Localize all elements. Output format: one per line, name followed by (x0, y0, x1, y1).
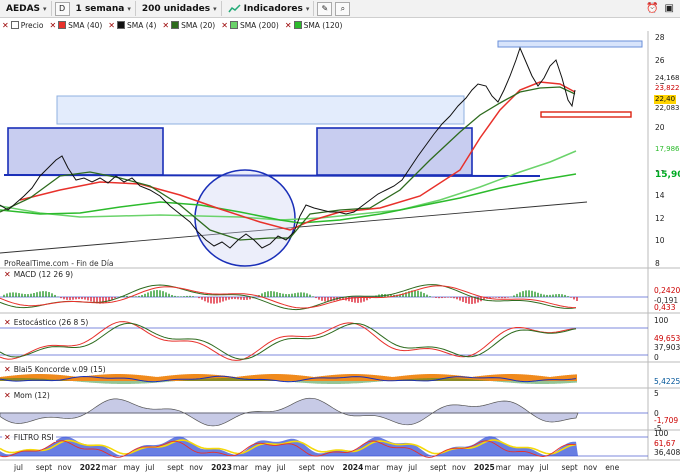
close-icon[interactable]: ✕ (4, 391, 11, 400)
time-tick-label: mar (233, 463, 248, 472)
stoch-panel[interactable] (0, 321, 648, 361)
price-tick-label: 14 (655, 191, 665, 201)
time-tick-label: sept (298, 463, 315, 472)
time-tick-label: 2025 (473, 463, 495, 472)
time-tick-label: jul (14, 463, 23, 472)
time-tick-label: jul (539, 463, 549, 472)
time-tick-label: mar (495, 463, 511, 472)
macd-title-label: MACD (12 26 9) (13, 270, 74, 279)
support-line[interactable] (3, 174, 541, 177)
price-tag: 15,90 (654, 171, 680, 180)
consolidation-zone[interactable] (56, 95, 465, 125)
rsi-title-label: FILTRO RSI (13, 433, 54, 442)
time-tick-label: may (386, 463, 403, 472)
rsi-blue-area (0, 436, 578, 456)
price-tick-label: 20 (655, 123, 665, 133)
mom-area (0, 397, 579, 427)
time-tick-label: sept (35, 463, 53, 472)
footer-text: ProRealTime.com - Fin de Día (4, 259, 114, 268)
close-icon[interactable]: ✕ (4, 318, 11, 327)
resistance-zone-top[interactable] (497, 40, 643, 48)
stoch-axis-value: 100 (654, 316, 669, 325)
rsi-axis-value: 100 (654, 429, 669, 438)
macd-axis-value: 0,433 (654, 303, 676, 312)
chart-window: AEDAS ▾ D 1 semana ▾ 200 unidades ▾ Indi… (0, 0, 680, 474)
mom-panel[interactable] (0, 397, 648, 427)
time-tick-label: nov (57, 463, 72, 472)
time-tick-label: nov (452, 463, 466, 472)
price-chart[interactable] (0, 0, 680, 474)
rsi-panel[interactable] (0, 436, 648, 458)
rsi-axis-value: 36,408 (654, 448, 680, 457)
mom-axis-value: 5 (654, 389, 659, 398)
mom-title[interactable]: ✕ Mom (12) (2, 391, 52, 400)
macd-axis-value: 0,2420 (654, 286, 680, 295)
koncorde-title-label: Blai5 Koncorde v.09 (15) (13, 365, 106, 374)
time-tick-label: nov (583, 463, 598, 472)
macd-title[interactable]: ✕ MACD (12 26 9) (2, 270, 76, 279)
price-tick-label: 8 (655, 259, 660, 268)
price-tag: 22,083 (654, 104, 680, 113)
close-icon[interactable]: ✕ (4, 270, 11, 279)
time-tick-label: mar (364, 463, 380, 472)
price-tag: 23,822 (654, 84, 680, 93)
price-tag: 24,168 (654, 74, 680, 83)
time-tick-label: jul (145, 463, 155, 472)
macd-panel[interactable] (0, 284, 648, 311)
stoch-title-label: Estocástico (26 8 5) (13, 318, 89, 327)
time-tick-label: sept (561, 463, 578, 472)
stoch-axis-value: 0 (654, 353, 659, 362)
koncorde-title[interactable]: ✕ Blai5 Koncorde v.09 (15) (2, 365, 108, 374)
time-tick-label: jul (408, 463, 418, 472)
koncorde-panel[interactable] (0, 374, 577, 384)
price-tag: 17,986 (654, 145, 680, 154)
time-tick-label: 2022 (79, 463, 101, 472)
rsi-axis-value: 61,67 (654, 439, 676, 448)
time-tick-label: 2023 (211, 463, 232, 472)
stoch-title[interactable]: ✕ Estocástico (26 8 5) (2, 318, 91, 327)
support-box-left[interactable] (7, 127, 164, 176)
mom-title-label: Mom (12) (13, 391, 50, 400)
time-tick-label: may (517, 463, 535, 472)
stoch-axis-value: 49,653 (654, 334, 680, 343)
rsi-title[interactable]: ✕ FILTRO RSI (2, 433, 56, 442)
koncorde-axis-value: 5,4225 (654, 377, 680, 386)
stoch-axis-value: 37,903 (654, 343, 680, 352)
time-tick-label: sept (430, 463, 447, 472)
time-tick-label: mar (101, 463, 117, 472)
time-tick-label: jul (276, 463, 286, 472)
price-tick-label: 28 (655, 33, 665, 42)
price-tag: 22,40 (654, 95, 677, 104)
time-tick-label: sept (167, 463, 184, 472)
price-tick-label: 12 (655, 213, 665, 223)
close-icon[interactable]: ✕ (4, 433, 11, 442)
time-tick-label: 2024 (342, 463, 364, 472)
close-icon[interactable]: ✕ (4, 365, 11, 374)
time-tick-label: may (123, 463, 140, 472)
stoch-k-line (0, 321, 577, 361)
panel-separators (0, 31, 680, 461)
price-tick-label: 10 (655, 236, 665, 246)
stop-zone[interactable] (540, 111, 632, 118)
time-tick-label: nov (320, 463, 335, 472)
price-tick-label: 26 (655, 55, 665, 65)
time-tick-label: nov (189, 463, 203, 472)
time-tick-label: ene (605, 463, 620, 472)
time-tick-label: may (254, 463, 272, 472)
support-box-right[interactable] (316, 127, 473, 176)
